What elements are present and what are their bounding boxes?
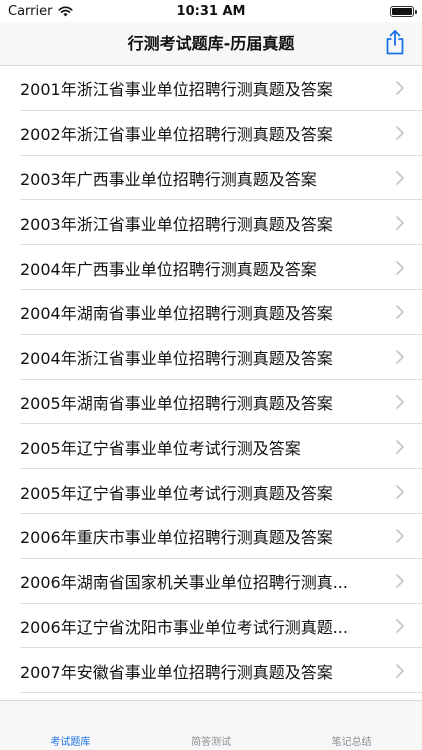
chevron-right-icon [396,81,404,96]
tab-bar: 考试题库 简答测试 笔记总结 [0,700,422,750]
list-item-label: 2007年安徽省事业单位招聘行测真题及答案 [20,662,333,682]
battery-icon [390,5,417,17]
chevron-right-icon [396,215,404,230]
list-item-label: 2006年辽宁省沈阳市事业单位考试行测真题... [20,617,348,637]
list-item[interactable]: 2006年湖南省国家机关事业单位招聘行测真... [0,559,422,604]
list-item-label: 2005年湖南省事业单位招聘行测真题及答案 [20,393,333,413]
exam-list: 2001年浙江省事业单位招聘行测真题及答案 2002年浙江省事业单位招聘行测真题… [0,66,422,700]
chevron-right-icon [396,260,404,275]
list-item-label: 2006年湖南省国家机关事业单位招聘行测真... [20,573,348,593]
list-item[interactable]: 2006年重庆市事业单位招聘行测真题及答案 [0,514,422,559]
tab-label: 考试题库 [50,737,91,748]
list-item[interactable]: 2003年浙江省事业单位招聘行测真题及答案 [0,200,422,245]
navigation-bar: 行测考试题库-历届真题 [0,22,422,66]
chevron-right-icon [396,663,404,678]
tab-short-answer-test[interactable]: 简答测试 [141,701,282,750]
share-button[interactable] [382,30,408,58]
list-item-label: 2002年浙江省事业单位招聘行测真题及答案 [20,125,333,145]
list-item[interactable]: 2002年浙江省事业单位招聘行测真题及答案 [0,111,422,156]
chevron-right-icon [396,350,404,364]
chevron-right-icon [396,171,404,185]
list-item-label: 2003年浙江省事业单位招聘行测真题及答案 [20,214,333,234]
list-item-label: 2005年辽宁省事业单位考试行测真题及答案 [20,483,333,503]
tab-notes-summary[interactable]: 笔记总结 [281,701,422,750]
list-item[interactable]: 2004年广西事业单位招聘行测真题及答案 [0,245,422,290]
chevron-right-icon [396,574,404,588]
chevron-right-icon [396,619,404,633]
status-left: Carrier [8,3,74,19]
list-item[interactable]: 2004年浙江省事业单位招聘行测真题及答案 [0,335,422,380]
chevron-right-icon [396,484,404,499]
list-item-label: 2003年广西事业单位招聘行测真题及答案 [20,169,317,189]
list-item[interactable]: 2001年浙江省事业单位招聘行测真题及答案 [0,66,422,111]
chevron-right-icon [396,395,404,409]
status-bar: Carrier 10:31 AM [0,0,422,22]
list-item-label: 2004年湖南省事业单位招聘行测真题及答案 [20,304,333,324]
wifi-icon [58,6,74,17]
list-item-label: 2004年浙江省事业单位招聘行测真题及答案 [20,349,333,369]
list-item[interactable]: 2007年安徽省事业单位招聘行测真题及答案 [0,648,422,693]
list-item[interactable]: 2005年辽宁省事业单位考试行测真题及答案 [0,469,422,514]
chevron-right-icon [396,439,404,454]
tab-label: 笔记总结 [331,737,372,748]
carrier-label: Carrier [8,3,53,19]
list-item-label: 2006年重庆市事业单位招聘行测真题及答案 [20,528,333,548]
share-icon [385,29,405,59]
list-item[interactable]: 2004年湖南省事业单位招聘行测真题及答案 [0,290,422,335]
chevron-right-icon [396,305,404,320]
list-item[interactable]: 2005年湖南省事业单位招聘行测真题及答案 [0,380,422,425]
list-item-label: 2004年广西事业单位招聘行测真题及答案 [20,259,317,279]
list-item[interactable]: 2003年广西事业单位招聘行测真题及答案 [0,156,422,201]
list-item[interactable]: 2005年辽宁省事业单位考试行测及答案 [0,424,422,469]
list-item-label: 2001年浙江省事业单位招聘行测真题及答案 [20,80,333,100]
chevron-right-icon [396,126,404,140]
list-item[interactable]: 2006年辽宁省沈阳市事业单位考试行测真题... [0,604,422,649]
page-title: 行测考试题库-历届真题 [127,34,295,53]
chevron-right-icon [396,529,404,544]
app-screen: Carrier 10:31 AM 行测考试题库-历届真题 2001年浙江省事业单… [0,0,422,750]
tab-exam-bank[interactable]: 考试题库 [0,701,141,750]
list-item-label: 2005年辽宁省事业单位考试行测及答案 [20,438,301,458]
tab-label: 简答测试 [191,737,231,748]
